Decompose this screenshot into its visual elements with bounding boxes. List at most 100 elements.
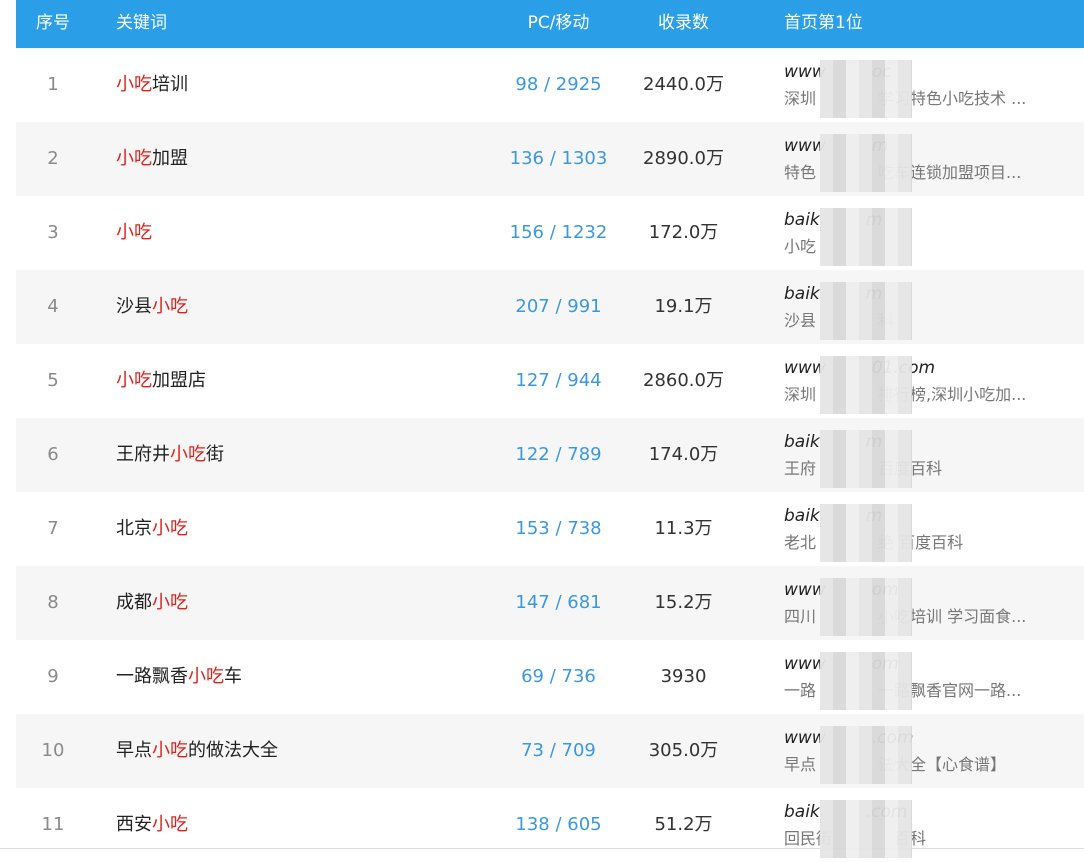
row-index: 3 (47, 222, 59, 243)
row-index: 9 (47, 666, 59, 687)
keyword-prefix: 成都 (116, 592, 152, 613)
redaction-mosaic (820, 60, 912, 118)
row-index: 6 (47, 444, 59, 465)
row-indexed-count: 19.1万 (654, 296, 713, 317)
keyword-highlight: 小吃 (116, 222, 152, 243)
header-pc-mobile: PC/移动 (527, 13, 590, 33)
row-indexed-count: 51.2万 (654, 814, 713, 835)
keyword-highlight: 小吃 (116, 148, 152, 169)
table-bottom-border (0, 848, 1084, 849)
domain-prefix: baik (784, 506, 820, 526)
header-top-result: 首页第1位 (784, 13, 863, 33)
row-index: 1 (47, 74, 59, 95)
row-keyword[interactable]: 小吃培训 (116, 48, 188, 122)
domain-prefix: baik (784, 802, 820, 822)
table-row: 7北京小吃153 / 73811.3万baikm老北绝 百度百科 (16, 492, 1084, 566)
row-keyword[interactable]: 小吃加盟 (116, 122, 188, 196)
redaction-mosaic (820, 800, 912, 858)
row-indexed-count: 3930 (660, 666, 707, 687)
header-indexed: 收录数 (658, 13, 709, 33)
row-pc-mobile[interactable]: 147 / 681 (486, 566, 631, 640)
row-index: 8 (47, 592, 59, 613)
title-prefix: 特色 (784, 163, 817, 182)
row-pc-mobile[interactable]: 153 / 738 (486, 492, 631, 566)
table-row: 9一路飘香小吃车69 / 7363930wwwom一路一路飘香官网一路... (16, 640, 1084, 714)
row-keyword[interactable]: 早点小吃的做法大全 (116, 714, 278, 788)
keyword-highlight: 小吃 (152, 296, 188, 317)
table-header: 序号 关键词 PC/移动 收录数 首页第1位 (16, 0, 1084, 48)
keyword-prefix: 王府井 (116, 444, 170, 465)
keyword-suffix: 培训 (152, 74, 188, 95)
table-row: 4沙县小吃207 / 99119.1万baikm沙县科 (16, 270, 1084, 344)
redaction-mosaic (820, 578, 912, 636)
domain-prefix: baik (784, 210, 820, 230)
row-keyword[interactable]: 王府井小吃街 (116, 418, 224, 492)
row-index: 5 (47, 370, 59, 391)
row-pc-mobile[interactable]: 138 / 605 (486, 788, 631, 862)
keyword-highlight: 小吃 (116, 74, 152, 95)
row-index: 10 (41, 740, 65, 761)
row-index: 11 (41, 814, 65, 835)
keyword-prefix: 北京 (116, 518, 152, 539)
table-row: 8成都小吃147 / 68115.2万wwwom四川小吃培训 学习面食... (16, 566, 1084, 640)
row-pc-mobile[interactable]: 136 / 1303 (486, 122, 631, 196)
table-row: 10早点小吃的做法大全73 / 709305.0万www.com早点法大全【心食… (16, 714, 1084, 788)
row-indexed-count: 172.0万 (648, 222, 719, 243)
redaction-mosaic (820, 652, 912, 710)
row-keyword[interactable]: 北京小吃 (116, 492, 188, 566)
title-prefix: 四川 (784, 607, 817, 626)
keyword-suffix: 的做法大全 (188, 740, 278, 761)
row-pc-mobile[interactable]: 207 / 991 (486, 270, 631, 344)
table-row: 11西安小吃138 / 60551.2万baik.com回民街百科 (16, 788, 1084, 862)
keyword-highlight: 小吃 (188, 666, 224, 687)
redaction-mosaic (820, 726, 912, 784)
row-pc-mobile[interactable]: 69 / 736 (486, 640, 631, 714)
table-row: 6王府井小吃街122 / 789174.0万baikm王府百度百科 (16, 418, 1084, 492)
title-prefix: 早点 (784, 755, 817, 774)
table-body: 1小吃培训98 / 29252440.0万wwwoc深圳学习特色小吃技术 ...… (16, 48, 1084, 862)
header-keyword: 关键词 (116, 13, 167, 33)
row-pc-mobile[interactable]: 122 / 789 (486, 418, 631, 492)
keyword-prefix: 早点 (116, 740, 152, 761)
keyword-suffix: 街 (206, 444, 224, 465)
row-indexed-count: 11.3万 (654, 518, 713, 539)
redaction-mosaic (820, 134, 912, 192)
redaction-mosaic (820, 208, 912, 266)
row-pc-mobile[interactable]: 98 / 2925 (486, 48, 631, 122)
keyword-prefix: 一路飘香 (116, 666, 188, 687)
keyword-suffix: 加盟 (152, 148, 188, 169)
row-index: 2 (47, 148, 59, 169)
title-prefix: 一路 (784, 681, 817, 700)
title-prefix: 沙县 (784, 311, 817, 330)
keyword-highlight: 小吃 (152, 740, 188, 761)
keyword-prefix: 西安 (116, 814, 152, 835)
table-row: 3小吃156 / 1232172.0万baikm小吃 (16, 196, 1084, 270)
row-index: 4 (47, 296, 59, 317)
row-indexed-count: 174.0万 (648, 444, 719, 465)
row-keyword[interactable]: 成都小吃 (116, 566, 188, 640)
title-prefix: 深圳 (784, 89, 817, 108)
domain-prefix: baik (784, 284, 820, 304)
row-pc-mobile[interactable]: 127 / 944 (486, 344, 631, 418)
row-indexed-count: 15.2万 (654, 592, 713, 613)
redaction-mosaic (820, 504, 912, 562)
row-indexed-count: 2860.0万 (643, 370, 724, 391)
row-keyword[interactable]: 一路飘香小吃车 (116, 640, 242, 714)
row-keyword[interactable]: 沙县小吃 (116, 270, 188, 344)
row-pc-mobile[interactable]: 73 / 709 (486, 714, 631, 788)
row-index: 7 (47, 518, 59, 539)
row-keyword[interactable]: 小吃 (116, 196, 152, 270)
row-indexed-count: 2440.0万 (643, 74, 724, 95)
row-pc-mobile[interactable]: 156 / 1232 (486, 196, 631, 270)
title-prefix: 深圳 (784, 385, 817, 404)
keyword-highlight: 小吃 (152, 814, 188, 835)
domain-prefix: baik (784, 432, 820, 452)
redaction-mosaic (820, 282, 912, 340)
row-keyword[interactable]: 西安小吃 (116, 788, 188, 862)
keyword-highlight: 小吃 (116, 370, 152, 391)
keyword-ranking-table: 序号 关键词 PC/移动 收录数 首页第1位 1 小吃培训 98 / 2925 244… (16, 0, 1084, 862)
row-keyword[interactable]: 小吃加盟店 (116, 344, 206, 418)
keyword-prefix: 沙县 (116, 296, 152, 317)
redaction-mosaic (820, 430, 912, 488)
keyword-highlight: 小吃 (170, 444, 206, 465)
